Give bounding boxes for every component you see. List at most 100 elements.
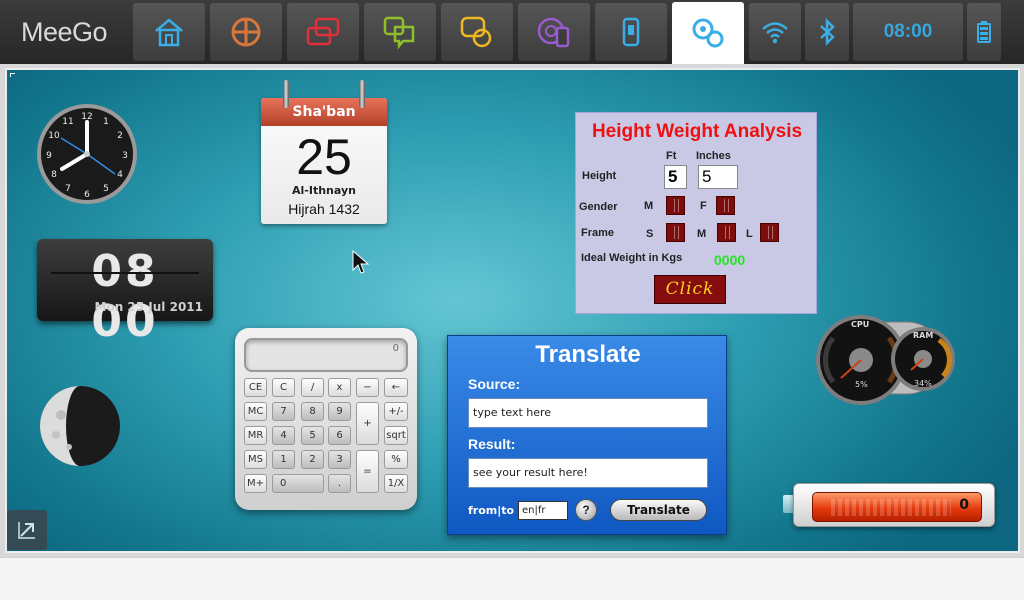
- battery-icon: [977, 21, 991, 43]
- people-zone-button[interactable]: [441, 3, 513, 61]
- mouse-cursor-icon: [352, 250, 370, 274]
- home-icon: [155, 18, 183, 47]
- ram-label: RAM: [913, 331, 934, 340]
- svg-text:3: 3: [122, 151, 128, 161]
- calc-key-6[interactable]: 6: [328, 426, 351, 445]
- hwa-gender-male-checkbox[interactable]: [666, 196, 685, 215]
- bottom-strip: [0, 557, 1024, 600]
- desktop: 12 1 2 3 4567 8 9 10 11 08 00 Mon 25 Jul 2011 …: [5, 68, 1020, 553]
- calc-key-minus[interactable]: −: [356, 378, 379, 397]
- calc-key-mr[interactable]: MR: [244, 426, 267, 445]
- analog-clock-widget[interactable]: 12 1 2 3 4567 8 9 10 11: [35, 102, 139, 206]
- hwa-frame-medium-checkbox[interactable]: [717, 223, 736, 242]
- calc-key-0[interactable]: 0: [272, 474, 324, 493]
- hwa-frame-small-checkbox[interactable]: [666, 223, 685, 242]
- calendar-ring: [359, 80, 365, 108]
- calc-key-divide[interactable]: /: [301, 378, 324, 397]
- translate-language-input[interactable]: en|fr: [518, 501, 568, 520]
- hwa-gender-female-checkbox[interactable]: [716, 196, 735, 215]
- hijri-calendar-widget[interactable]: Sha'ban 25 Al-Ithnayn Hijrah 1432: [261, 78, 387, 224]
- calc-key-equals[interactable]: =: [356, 450, 379, 493]
- moon-phase-widget[interactable]: [39, 385, 121, 467]
- devices-icon: [622, 17, 640, 47]
- meego-logo: MeeGo: [20, 16, 108, 47]
- translate-widget: Translate Source: type text here Result:…: [447, 335, 727, 535]
- zones-zone-button[interactable]: [287, 3, 359, 61]
- svg-text:7: 7: [65, 184, 71, 194]
- home-zone-button[interactable]: [133, 3, 205, 61]
- hwa-ideal-weight-value: 0000: [714, 252, 746, 268]
- calc-key-reciprocal[interactable]: 1/X: [384, 474, 408, 493]
- translate-title: Translate: [535, 341, 641, 368]
- calendar-year: Hijrah 1432: [288, 201, 360, 217]
- ram-value: 34%: [914, 379, 932, 388]
- hwa-frame-large-checkbox[interactable]: [760, 223, 779, 242]
- svg-text:9: 9: [46, 151, 52, 161]
- calendar-day: 25: [296, 129, 352, 185]
- clock-time: 08:00: [883, 21, 933, 42]
- myzone-zone-button[interactable]: [672, 2, 744, 64]
- wifi-button[interactable]: [749, 3, 801, 61]
- calc-key-c[interactable]: C: [272, 378, 295, 397]
- clock-button[interactable]: 08:00: [853, 3, 963, 61]
- calc-key-ce[interactable]: CE: [244, 378, 267, 397]
- bluetooth-button[interactable]: [805, 3, 849, 61]
- hwa-click-button[interactable]: Click: [654, 275, 726, 304]
- battery-bar: 0: [812, 492, 982, 522]
- cpu-ram-gauges-widget[interactable]: CPU 5% RAM 34%: [813, 312, 961, 408]
- translate-source-input[interactable]: type text here: [468, 398, 708, 428]
- battery-shell: 0: [793, 483, 995, 527]
- hwa-title: Height Weight Analysis: [591, 121, 803, 142]
- battery-widget[interactable]: 0: [783, 481, 995, 529]
- svg-text:1: 1: [103, 117, 109, 127]
- calc-key-8[interactable]: 8: [301, 402, 324, 421]
- hwa-ideal-weight-label: Ideal Weight in Kgs: [581, 252, 683, 264]
- translate-result-field[interactable]: see your result here!: [468, 458, 708, 488]
- calc-key-percent[interactable]: %: [384, 450, 408, 469]
- calc-key-4[interactable]: 4: [272, 426, 295, 445]
- calc-key-ms[interactable]: MS: [244, 450, 267, 469]
- hwa-gender-label: Gender: [579, 201, 618, 213]
- hwa-gender-f-label: F: [700, 200, 707, 212]
- calc-key-negate[interactable]: +/-: [384, 402, 408, 421]
- calc-key-sqrt[interactable]: sqrt: [384, 426, 408, 445]
- cpu-value: 5%: [855, 380, 868, 389]
- expand-button[interactable]: [7, 510, 47, 550]
- hwa-frame-m-label: M: [697, 228, 707, 240]
- calc-key-5[interactable]: 5: [301, 426, 324, 445]
- calc-key-3[interactable]: 3: [328, 450, 351, 469]
- calc-key-multiply[interactable]: x: [328, 378, 351, 397]
- applications-zone-button[interactable]: [210, 3, 282, 61]
- svg-text:8: 8: [51, 170, 57, 180]
- hwa-height-ft-input[interactable]: 5: [664, 165, 687, 189]
- devices-zone-button[interactable]: [595, 3, 667, 61]
- applications-icon: [231, 17, 261, 47]
- flip-clock-widget[interactable]: 08 00 Mon 25 Jul 2011: [37, 239, 213, 347]
- translate-button[interactable]: Translate: [610, 499, 707, 521]
- calc-key-7[interactable]: 7: [272, 402, 295, 421]
- flip-clock-date: Mon 25 Jul 2011: [94, 300, 203, 314]
- calendar-day-name: Al-Ithnayn: [292, 184, 356, 197]
- flip-clock-time: 08 00: [51, 247, 199, 347]
- svg-text:5: 5: [103, 184, 109, 194]
- translate-help-button[interactable]: ?: [575, 499, 597, 521]
- status-zone-button[interactable]: [364, 3, 436, 61]
- calc-key-backspace[interactable]: ←: [384, 378, 408, 397]
- media-zone-button[interactable]: [518, 3, 590, 61]
- calc-key-mplus[interactable]: M+: [244, 474, 267, 493]
- calc-key-mc[interactable]: MC: [244, 402, 267, 421]
- calc-key-decimal[interactable]: .: [328, 474, 351, 493]
- hwa-height-inches-input[interactable]: 5: [698, 165, 738, 189]
- hwa-ft-header: Ft: [666, 150, 677, 162]
- media-icon: [537, 17, 570, 48]
- hwa-inches-header: Inches: [696, 150, 731, 162]
- battery-status-button[interactable]: [967, 3, 1001, 61]
- status-icon: [383, 16, 415, 50]
- calc-key-2[interactable]: 2: [301, 450, 324, 469]
- calc-key-1[interactable]: 1: [272, 450, 295, 469]
- svg-text:11: 11: [62, 117, 73, 127]
- myzone-icon: [692, 18, 724, 48]
- calc-key-9[interactable]: 9: [328, 402, 351, 421]
- calc-key-plus[interactable]: +: [356, 402, 379, 445]
- battery-value: 0: [959, 497, 969, 513]
